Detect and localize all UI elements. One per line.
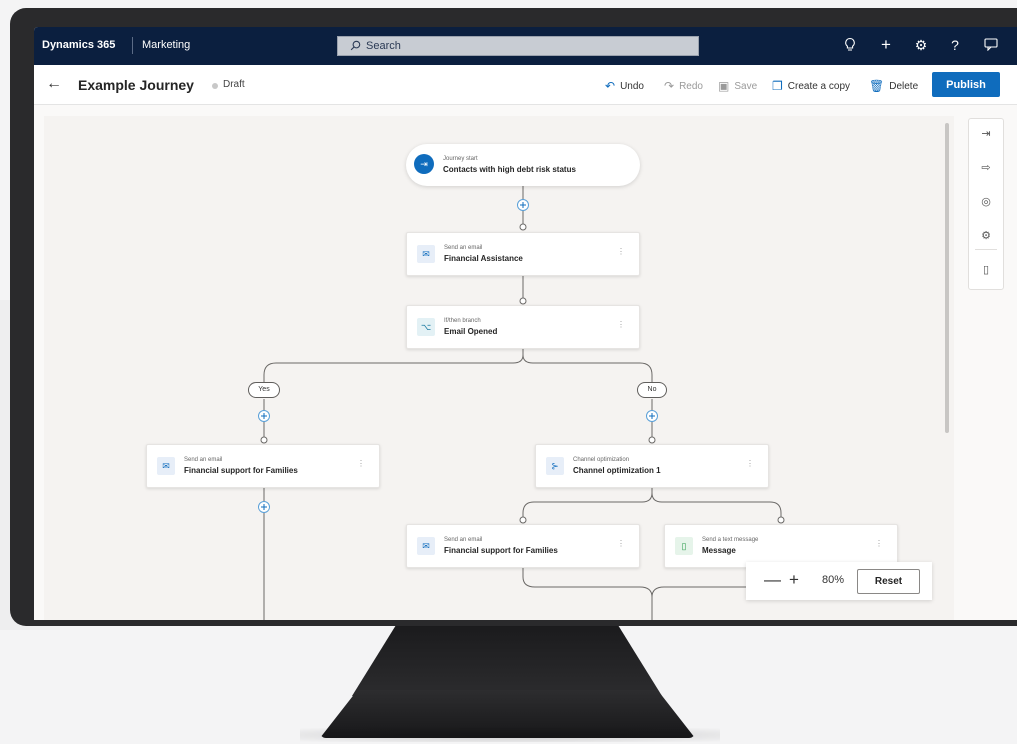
branch-no-label[interactable]: No xyxy=(637,382,667,398)
tile-subtitle: Send an email xyxy=(184,457,223,463)
tile-subtitle: Send a text message xyxy=(702,537,759,543)
tile-title: Financial Assistance xyxy=(444,254,523,263)
channel-optimization-tile[interactable]: ⊱ Channel optimization Channel optimizat… xyxy=(535,444,769,488)
branch-yes-label[interactable]: Yes xyxy=(248,382,280,398)
ifthen-tile-email-opened[interactable]: ⌥ If/then branch Email Opened ⋮ xyxy=(406,305,640,349)
goal-icon[interactable]: ◎ xyxy=(969,195,1003,215)
more-options-icon[interactable]: ⋮ xyxy=(617,539,625,548)
email-tile-financial-assistance[interactable]: ✉ Send an email Financial Assistance ⋮ xyxy=(406,232,640,276)
panel-divider xyxy=(975,249,997,250)
branch-icon: ⌥ xyxy=(417,318,435,336)
reset-zoom-button[interactable]: Reset xyxy=(857,569,920,594)
more-options-icon[interactable]: ⋮ xyxy=(875,539,883,548)
email-tile-financial-support-channel[interactable]: ✉ Send an email Financial support for Fa… xyxy=(406,524,640,568)
tile-title: Channel optimization 1 xyxy=(573,466,661,475)
more-options-icon[interactable]: ⋮ xyxy=(617,320,625,329)
more-options-icon[interactable]: ⋮ xyxy=(617,247,625,256)
tile-title: Financial support for Families xyxy=(444,546,558,555)
tile-subtitle: Channel optimization xyxy=(573,457,630,463)
enter-icon: ⇥ xyxy=(414,154,434,174)
email-icon: ✉ xyxy=(417,245,435,263)
more-options-icon[interactable]: ⋮ xyxy=(746,459,754,468)
page-icon[interactable]: ▯ xyxy=(969,263,1003,283)
right-tool-panel: ⇥ ⇨ ◎ ⚙ ▯ xyxy=(968,118,1004,290)
tile-title: Email Opened xyxy=(444,327,498,336)
phone-icon: ▯ xyxy=(675,537,693,555)
more-options-icon[interactable]: ⋮ xyxy=(357,459,365,468)
zoom-controls: — + 80% Reset xyxy=(746,562,932,600)
exit-icon[interactable]: ⇨ xyxy=(969,161,1003,181)
tile-subtitle: If/then branch xyxy=(444,318,481,324)
monitor-shadow xyxy=(300,728,720,742)
zoom-out-button[interactable]: — xyxy=(764,570,781,590)
journey-start-node[interactable]: ⇥ Journey start Contacts with high debt … xyxy=(406,144,640,186)
zoom-level: 80% xyxy=(822,574,845,586)
monitor-frame: Dynamics 365 Marketing Search + ⚙ ? ← Ex… xyxy=(10,8,1017,626)
zoom-in-button[interactable]: + xyxy=(789,570,799,590)
app-screen: Dynamics 365 Marketing Search + ⚙ ? ← Ex… xyxy=(34,27,1017,620)
monitor-neck xyxy=(352,626,662,696)
node-title: Contacts with high debt risk status xyxy=(443,165,576,174)
email-icon: ✉ xyxy=(157,457,175,475)
tile-subtitle: Send an email xyxy=(444,537,483,543)
tile-title: Financial support for Families xyxy=(184,466,298,475)
email-icon: ✉ xyxy=(417,537,435,555)
email-tile-financial-support-yes[interactable]: ✉ Send an email Financial support for Fa… xyxy=(146,444,380,488)
tile-subtitle: Send an email xyxy=(444,245,483,251)
vertical-scrollbar[interactable] xyxy=(945,123,949,433)
channel-optimization-icon: ⊱ xyxy=(546,457,564,475)
node-subtitle: Journey start xyxy=(443,156,478,162)
tile-title: Message xyxy=(702,546,736,555)
settings-icon[interactable]: ⚙ xyxy=(969,229,1003,249)
enter-icon[interactable]: ⇥ xyxy=(969,127,1003,147)
